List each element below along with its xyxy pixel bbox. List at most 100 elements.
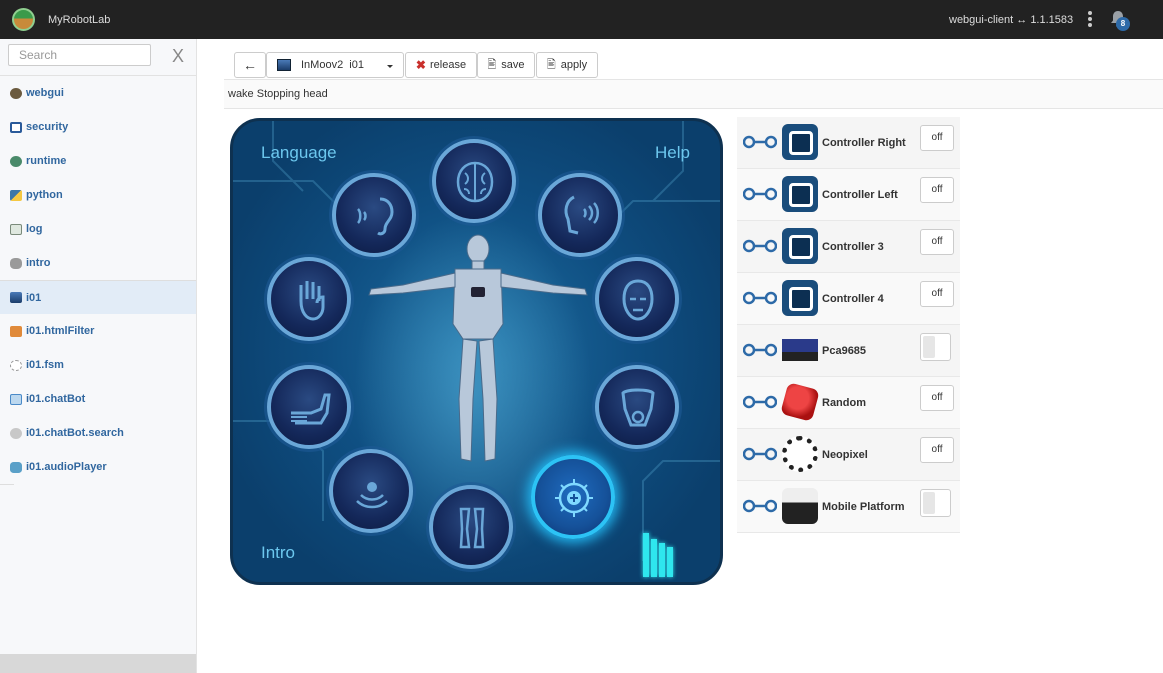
intro-link[interactable]: Intro — [261, 543, 295, 563]
legs-button[interactable] — [429, 485, 513, 569]
sidebar-scrollbar[interactable] — [0, 654, 196, 673]
add-service-button[interactable] — [531, 455, 615, 539]
neopixel-ring-icon — [782, 436, 818, 472]
controller-label: Neopixel — [822, 449, 868, 461]
sidebar-item-i01-fsm[interactable]: i01.fsm — [0, 348, 196, 382]
top-navbar: MyRobotLab webgui-client ↔ 1.1.1583 8 — [0, 0, 1163, 39]
sidebar-item-label: webgui — [26, 87, 64, 99]
release-button[interactable]: ✖ release — [405, 52, 477, 78]
chip-icon — [782, 228, 818, 264]
service-select-label: InMoov2 i01 — [301, 59, 364, 71]
arm-icon — [291, 393, 331, 425]
inmoov-icon — [10, 292, 22, 303]
servo-mixer-button[interactable] — [329, 449, 413, 533]
chip-icon — [782, 124, 818, 160]
legs-icon — [459, 507, 485, 549]
save-button[interactable]: 🖹 save — [477, 52, 535, 78]
language-link[interactable]: Language — [261, 143, 337, 163]
sidebar-item-i01-chatbot[interactable]: i01.chatBot — [0, 382, 196, 416]
pca9685-board-icon — [782, 339, 818, 361]
attach-link-icon[interactable] — [743, 291, 777, 305]
back-button[interactable]: ← — [234, 52, 266, 78]
sidebar-item-label: i01.chatBot — [26, 393, 86, 405]
sidebar-item-runtime[interactable]: runtime — [0, 144, 196, 178]
add-service-icon — [555, 479, 593, 517]
head-button[interactable] — [595, 257, 679, 341]
sidebar-item-security[interactable]: security — [0, 110, 196, 144]
runtime-icon — [10, 155, 22, 167]
sidebar-item-i01[interactable]: i01 — [0, 280, 196, 314]
off-button[interactable]: off — [920, 177, 954, 203]
controller-row: Neopixel off — [737, 429, 960, 481]
arm-button[interactable] — [267, 365, 351, 449]
htmlfilter-icon — [10, 325, 22, 337]
chatbot-icon — [10, 393, 22, 405]
mobile-platform-icon — [782, 488, 818, 524]
controller-row: Controller 3 off — [737, 221, 960, 273]
client-version: webgui-client ↔ 1.1.1583 — [949, 14, 1074, 26]
attach-link-icon[interactable] — [743, 447, 777, 461]
enable-toggle[interactable] — [920, 333, 951, 361]
log-icon — [10, 223, 22, 235]
servo-mixer-icon — [356, 482, 388, 509]
attach-link-icon[interactable] — [743, 239, 777, 253]
controller-row: Pca9685 — [737, 325, 960, 377]
enable-toggle[interactable] — [920, 489, 951, 517]
sidebar-item-label: intro — [26, 257, 51, 269]
brain-button[interactable] — [432, 139, 516, 223]
sidebar-item-label: i01.chatBot.search — [26, 427, 124, 439]
hand-icon — [299, 281, 325, 321]
brand-title[interactable]: MyRobotLab — [48, 14, 110, 26]
sidebar-item-i01-htmlfilter[interactable]: i01.htmlFilter — [0, 314, 196, 348]
controller-label: Controller Right — [822, 137, 906, 149]
sidebar-item-i01-chatbot-search[interactable]: i01.chatBot.search — [0, 416, 196, 450]
audio-player-icon — [10, 461, 22, 473]
save-label: save — [501, 59, 525, 71]
save-document-icon: 🖹 — [487, 58, 497, 71]
close-search-button[interactable]: X — [172, 46, 184, 66]
apply-button[interactable]: 🖹 apply — [536, 52, 598, 78]
off-button[interactable]: off — [920, 437, 954, 463]
off-button[interactable]: off — [920, 229, 954, 255]
attach-link-icon[interactable] — [743, 395, 777, 409]
notifications-button[interactable]: 8 — [1110, 10, 1132, 32]
sidebar-item-i01-audioplayer[interactable]: i01.audioPlayer — [0, 450, 196, 484]
controller-row: Random off — [737, 377, 960, 429]
torso-icon — [621, 388, 655, 427]
off-button[interactable]: off — [920, 281, 954, 307]
controller-row: Controller 4 off — [737, 273, 960, 325]
ear-button[interactable] — [332, 173, 416, 257]
sidebar-item-log[interactable]: log — [0, 212, 196, 246]
sidebar-item-label: i01.audioPlayer — [26, 461, 107, 473]
torso-button[interactable] — [595, 365, 679, 449]
python-icon — [10, 189, 22, 201]
attach-link-icon[interactable] — [743, 187, 777, 201]
help-link[interactable]: Help — [655, 143, 690, 163]
more-options-icon[interactable] — [1086, 11, 1094, 29]
speech-button[interactable] — [538, 173, 622, 257]
sidebar-item-webgui[interactable]: webgui — [0, 76, 196, 110]
off-button[interactable]: off — [920, 125, 954, 151]
hand-button[interactable] — [267, 257, 351, 341]
attach-link-icon[interactable] — [743, 499, 777, 513]
myrobotlab-logo-icon[interactable] — [12, 8, 35, 31]
service-list: webgui security runtime python log intro… — [0, 75, 196, 485]
head-icon — [622, 279, 654, 321]
search-input[interactable] — [8, 44, 151, 66]
search-service-icon — [10, 427, 22, 439]
inmoov-icon — [277, 59, 291, 71]
off-button[interactable]: off — [920, 385, 954, 411]
controller-row: Controller Right off — [737, 117, 960, 169]
sidebar-item-intro[interactable]: intro — [0, 246, 196, 280]
sidebar-item-python[interactable]: python — [0, 178, 196, 212]
inmoov-control-panel: Language Help Intro — [230, 118, 723, 585]
activity-bars-icon — [643, 529, 675, 577]
attach-link-icon[interactable] — [743, 135, 777, 149]
service-select[interactable]: InMoov2 i01 — [266, 52, 404, 78]
controller-label: Pca9685 — [822, 345, 867, 357]
apply-document-icon: 🖹 — [546, 58, 556, 71]
controller-label: Controller 3 — [822, 241, 884, 253]
controller-list: Controller Right off Controller Left off Con… — [737, 117, 960, 533]
attach-link-icon[interactable] — [743, 343, 777, 357]
intro-icon — [10, 257, 22, 269]
